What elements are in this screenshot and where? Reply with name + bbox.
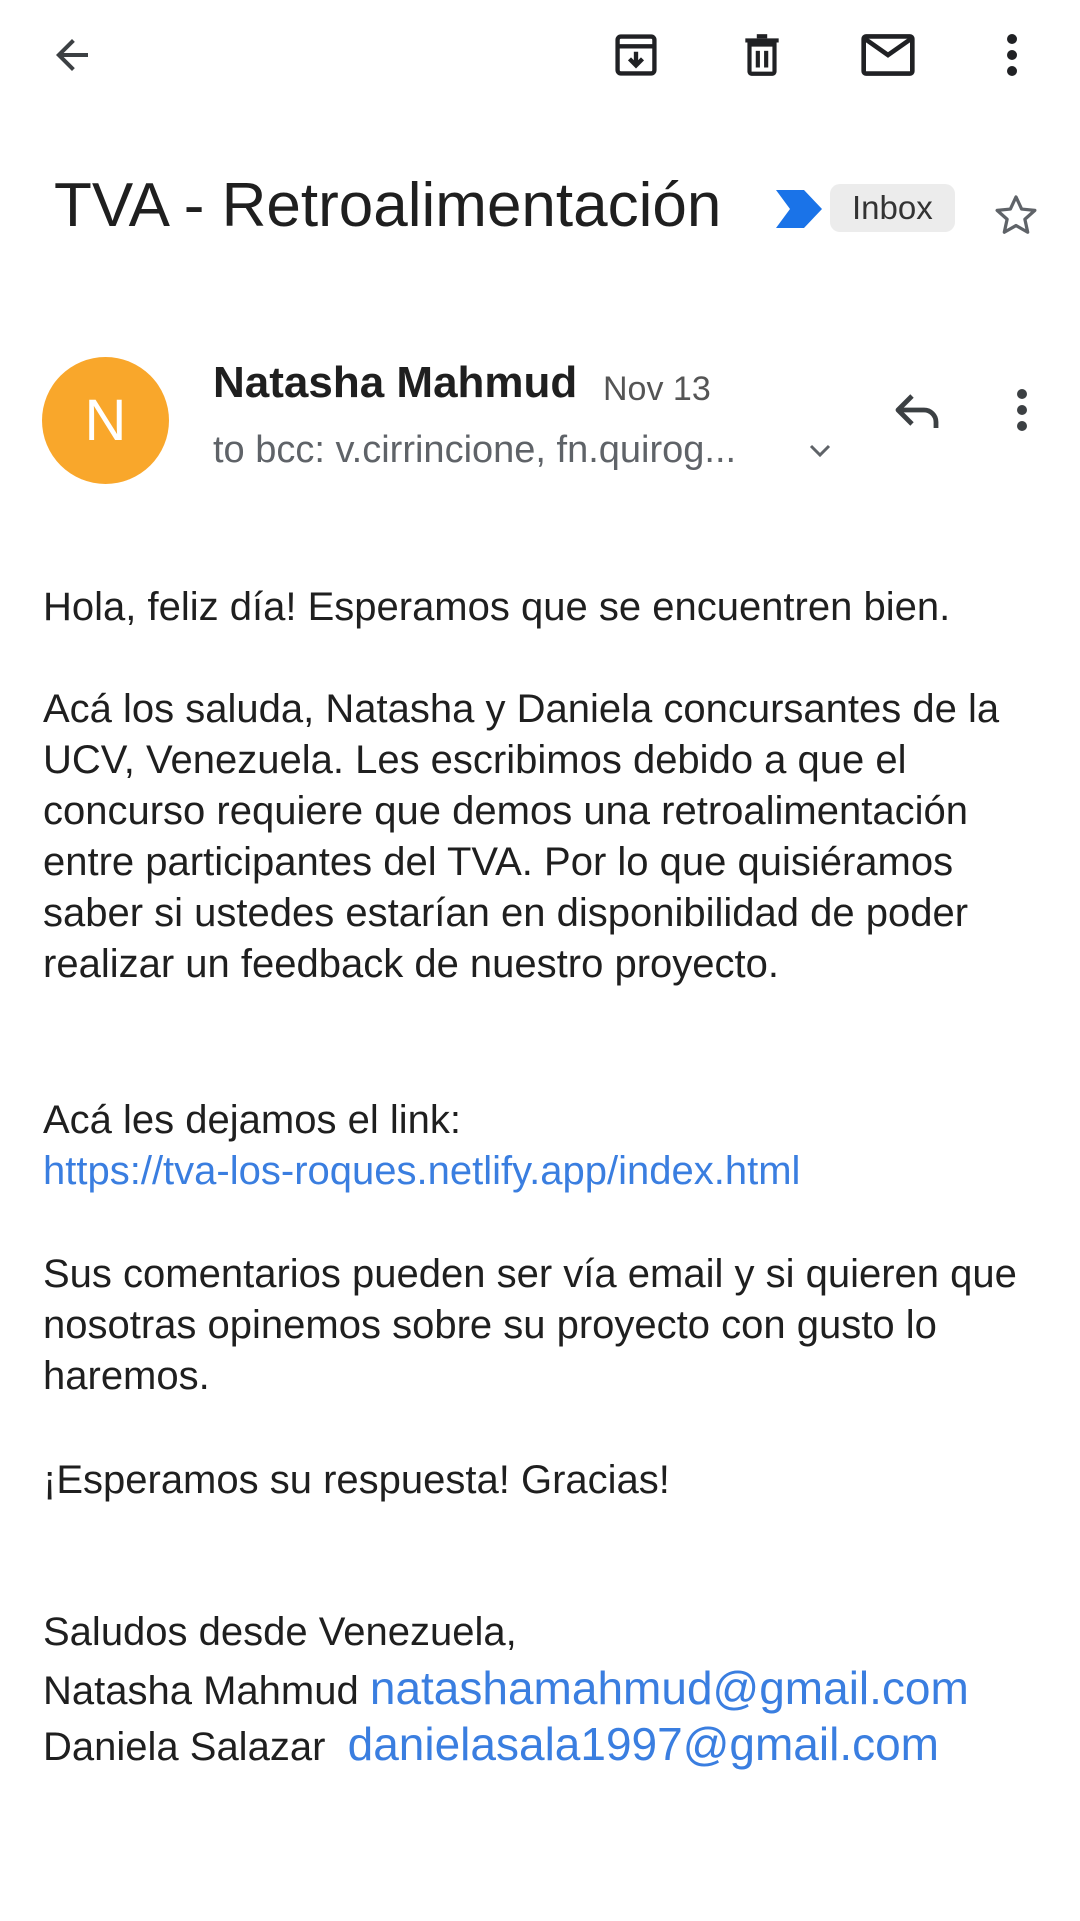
inbox-label-chip[interactable]: Inbox — [830, 184, 955, 232]
signature-greeting: Saludos desde Venezuela, — [43, 1610, 517, 1654]
message-more-button[interactable] — [990, 370, 1054, 450]
body-closing: ¡Esperamos su respuesta! Gracias! — [43, 1458, 670, 1502]
sender-avatar[interactable]: N — [42, 357, 169, 484]
mark-unread-button[interactable] — [848, 15, 928, 95]
more-options-button[interactable] — [972, 15, 1052, 95]
chevron-down-icon — [805, 440, 835, 460]
star-outline-icon — [990, 190, 1042, 242]
trash-icon — [737, 29, 787, 81]
email-subject: TVA - Retroalimentación — [54, 171, 722, 240]
message-date: Nov 13 — [603, 370, 711, 408]
reply-icon — [892, 390, 944, 430]
back-button[interactable] — [32, 15, 112, 95]
signature-name-2: Daniela Salazar — [43, 1725, 326, 1769]
body-paragraph-1: Acá los saluda, Natasha y Daniela concur… — [43, 687, 1000, 986]
mail-icon — [860, 33, 916, 77]
body-link-intro: Acá les dejamos el link: — [43, 1098, 461, 1142]
sender-name: Natasha Mahmud — [213, 358, 578, 407]
archive-icon — [610, 29, 662, 81]
body-greeting: Hola, feliz día! Esperamos que se encuen… — [43, 585, 951, 629]
archive-button[interactable] — [596, 15, 676, 95]
signature-email-1[interactable]: natashamahmud@gmail.com — [370, 1662, 969, 1714]
star-button[interactable] — [984, 184, 1048, 248]
more-vert-icon — [1016, 388, 1028, 432]
body-paragraph-2: Sus comentarios pueden ser vía email y s… — [43, 1252, 1017, 1398]
delete-button[interactable] — [722, 15, 802, 95]
reply-button[interactable] — [878, 370, 958, 450]
signature-name-1: Natasha Mahmud — [43, 1669, 359, 1713]
signature-line-1: Natasha Mahmud natashamahmud@gmail.com — [43, 1660, 969, 1719]
signature-email-2[interactable]: danielasala1997@gmail.com — [348, 1718, 939, 1770]
important-label-icon — [776, 190, 822, 233]
more-vert-icon — [1006, 33, 1018, 77]
project-link[interactable]: https://tva-los-roques.netlify.app/index… — [43, 1146, 1043, 1197]
expand-details-button[interactable] — [792, 422, 848, 478]
arrow-back-icon — [48, 31, 96, 79]
recipients-summary[interactable]: to bcc: v.cirrincione, fn.quirog... — [213, 422, 793, 478]
signature-line-2: Daniela Salazar danielasala1997@gmail.co… — [43, 1716, 939, 1775]
